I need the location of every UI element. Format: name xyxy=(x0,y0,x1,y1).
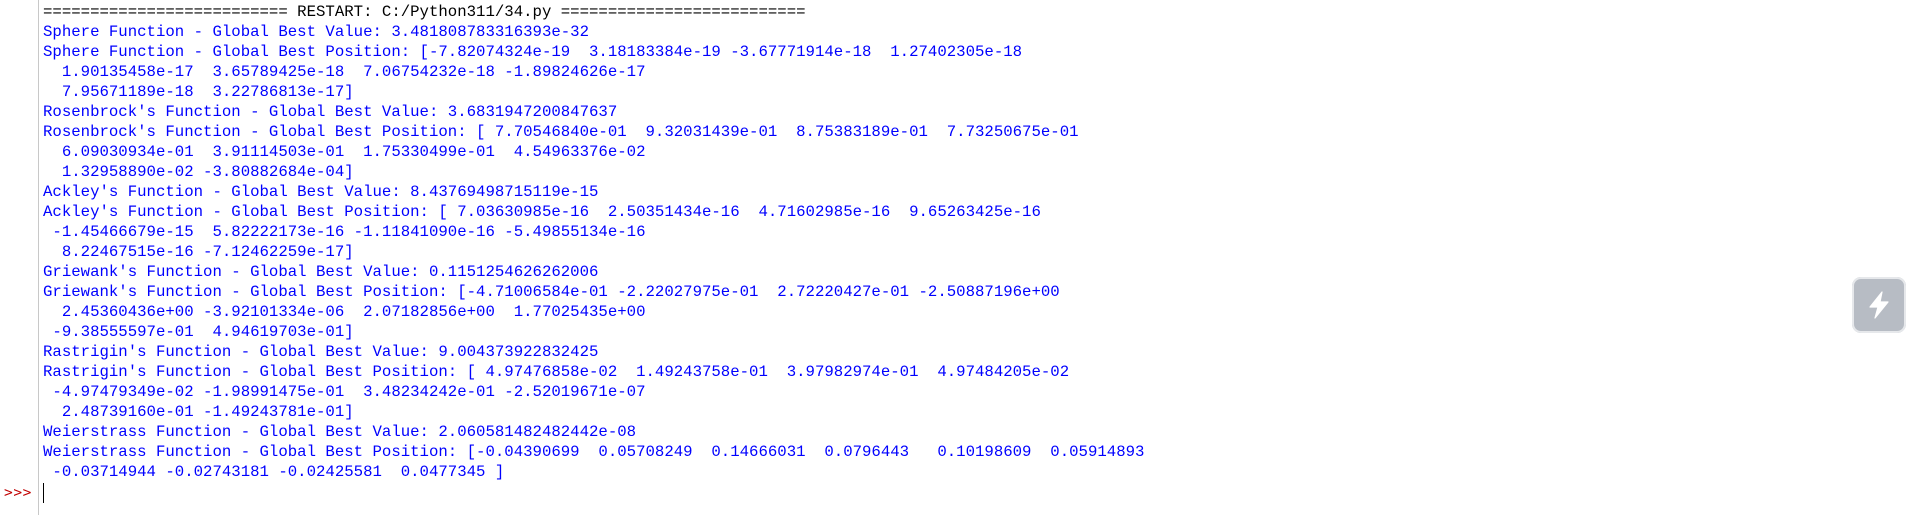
shell-prompt: >>> xyxy=(4,485,32,501)
output-line: Weierstrass Function - Global Best Posit… xyxy=(43,443,1145,461)
output-line: Rosenbrock's Function - Global Best Posi… xyxy=(43,123,1079,141)
output-line: -0.03714944 -0.02743181 -0.02425581 0.04… xyxy=(43,463,505,481)
output-line: Rastrigin's Function - Global Best Value… xyxy=(43,343,599,361)
output-line: 8.22467515e-16 -7.12462259e-17] xyxy=(43,243,354,261)
output-line: 2.48739160e-01 -1.49243781e-01] xyxy=(43,403,354,421)
shell-output: ========================== RESTART: C:/P… xyxy=(43,2,1920,482)
output-line: 1.32958890e-02 -3.80882684e-04] xyxy=(43,163,354,181)
output-line: 1.90135458e-17 3.65789425e-18 7.06754232… xyxy=(43,63,646,81)
output-line: Ackley's Function - Global Best Value: 8… xyxy=(43,183,599,201)
output-line: Griewank's Function - Global Best Positi… xyxy=(43,283,1060,301)
output-line: 7.95671189e-18 3.22786813e-17] xyxy=(43,83,354,101)
text-cursor xyxy=(43,483,44,503)
output-line: Sphere Function - Global Best Value: 3.4… xyxy=(43,23,590,41)
output-line: Rosenbrock's Function - Global Best Valu… xyxy=(43,103,618,121)
output-line: -4.97479349e-02 -1.98991475e-01 3.482342… xyxy=(43,383,646,401)
restart-banner: ========================== RESTART: C:/P… xyxy=(43,3,806,21)
output-line: Rastrigin's Function - Global Best Posit… xyxy=(43,363,1070,381)
shell-input-line[interactable] xyxy=(43,483,443,503)
output-line: Sphere Function - Global Best Position: … xyxy=(43,43,1023,61)
prompt-gutter xyxy=(0,0,39,515)
output-line: Ackley's Function - Global Best Position… xyxy=(43,203,1041,221)
output-line: 2.45360436e+00 -3.92101334e-06 2.0718285… xyxy=(43,303,646,321)
output-line: 6.09030934e-01 3.91114503e-01 1.75330499… xyxy=(43,143,646,161)
output-line: Griewank's Function - Global Best Value:… xyxy=(43,263,599,281)
floating-assistant-button[interactable] xyxy=(1852,277,1906,333)
lightning-bolt-icon xyxy=(1862,288,1896,322)
output-line: Weierstrass Function - Global Best Value… xyxy=(43,423,637,441)
output-line: -1.45466679e-15 5.82222173e-16 -1.118410… xyxy=(43,223,646,241)
python-shell-window: ========================== RESTART: C:/P… xyxy=(0,0,1920,515)
output-line: -9.38555597e-01 4.94619703e-01] xyxy=(43,323,354,341)
